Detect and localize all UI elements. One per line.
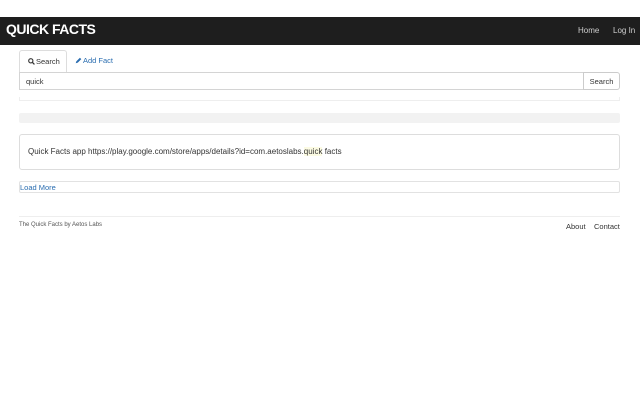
result-text: Quick Facts app https://play.google.com/… — [28, 147, 342, 156]
search-button[interactable]: Search — [583, 72, 620, 90]
tab-search-label: Search — [36, 57, 60, 66]
pencil-icon — [75, 57, 82, 64]
footer-contact-link[interactable]: Contact — [594, 222, 620, 231]
result-card: Quick Facts app https://play.google.com/… — [19, 134, 620, 170]
search-icon — [28, 58, 35, 65]
nav-home-link[interactable]: Home — [578, 26, 599, 35]
footer-credit: The Quick Facts by Aetos Labs — [19, 222, 103, 228]
result-text-prefix: Quick Facts app https://play.google.com/… — [28, 147, 304, 156]
search-form: Search — [19, 72, 620, 90]
result-highlight: quick — [303, 147, 323, 156]
top-navbar: QUICK FACTS Home Log In — [0, 17, 640, 45]
tab-add-fact[interactable]: Add Fact — [75, 50, 113, 73]
result-text-suffix: facts — [322, 147, 342, 156]
load-more-container: Load More — [19, 181, 620, 193]
load-more-link[interactable]: Load More — [20, 183, 56, 192]
brand-logo-text[interactable]: QUICK FACTS — [6, 21, 96, 37]
tab-search[interactable]: Search — [19, 50, 67, 73]
tab-bar: Search Add Fact — [19, 50, 620, 73]
footer-divider — [19, 216, 620, 217]
status-bar — [19, 113, 620, 123]
search-input[interactable] — [19, 72, 584, 90]
nav-login-link[interactable]: Log In — [613, 26, 635, 35]
search-divider — [19, 97, 620, 101]
footer-about-link[interactable]: About — [566, 222, 586, 231]
tab-add-fact-label: Add Fact — [83, 56, 114, 65]
